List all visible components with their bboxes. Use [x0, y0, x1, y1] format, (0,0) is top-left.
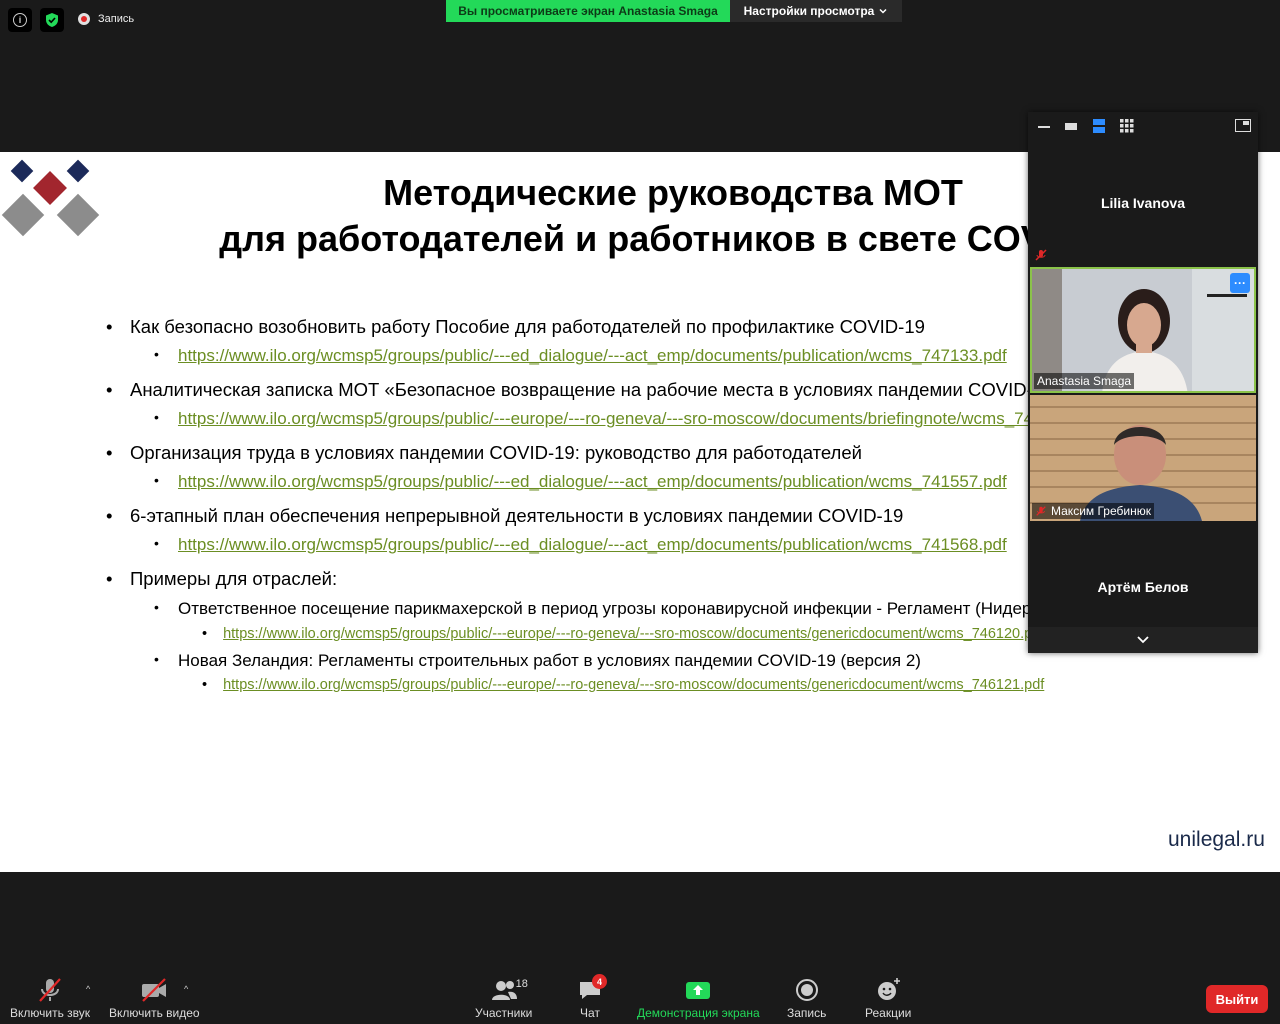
chat-button[interactable]: 4 Чат: [578, 974, 607, 1020]
muted-mic-icon: [1036, 506, 1046, 516]
strip-view-icon[interactable]: [1093, 119, 1105, 133]
participant-tile-anastasia[interactable]: ··· Anastasia Smaga: [1030, 267, 1256, 393]
slide-title-line1: Методические руководства МОТ: [383, 172, 963, 213]
record-label: Запись: [787, 1006, 827, 1020]
audio-options-caret-icon[interactable]: ^: [86, 984, 90, 994]
meeting-info-icon[interactable]: i: [8, 8, 32, 32]
share-screen-label: Демонстрация экрана: [637, 1006, 760, 1020]
start-video-button[interactable]: Включить видео: [109, 976, 200, 1020]
list-item: • Как безопасно возобновить работу Пособи…: [106, 316, 925, 337]
more-options-button[interactable]: ···: [1230, 273, 1250, 293]
example-link[interactable]: • https://www.ilo.org/wcmsp5/groups/publi…: [202, 677, 1044, 693]
participants-label: Участники: [475, 1006, 533, 1020]
participant-name: Артём Белов: [1097, 579, 1189, 595]
list-item: • Аналитическая записка МОТ «Безопасное в…: [106, 379, 1064, 400]
participants-icon: [491, 981, 517, 1000]
chat-label: Чат: [580, 1006, 600, 1020]
ilo-logo-icon: [1, 159, 100, 237]
slide-title-line2: для работодателей и работников в свете C…: [219, 218, 1081, 259]
chat-badge: 4: [592, 974, 607, 989]
example-item: • Новая Зеландия: Регламенты строительных…: [154, 651, 921, 670]
video-off-icon: [142, 978, 167, 1002]
slide-title: Методические руководства МОТ для работод…: [150, 170, 1150, 262]
record-dot-icon: [78, 13, 90, 25]
record-button[interactable]: Запись: [787, 976, 826, 1020]
participant-name: Lilia Ivanova: [1100, 195, 1186, 211]
share-screen-button[interactable]: Демонстрация экрана: [637, 976, 760, 1020]
start-video-label: Включить видео: [109, 1006, 200, 1020]
recording-label: Запись: [98, 13, 135, 25]
list-item: • Примеры для отраслей:: [106, 568, 338, 589]
security-shield-icon[interactable]: [40, 8, 64, 32]
list-item: • Организация труда в условиях пандемии C…: [106, 442, 862, 463]
top-bar: i Запись Вы просматриваете экран Anastas…: [0, 0, 1280, 40]
panel-layout-bar: [1028, 112, 1258, 140]
muted-mic-icon: [39, 978, 61, 1002]
record-icon: [795, 979, 818, 1001]
share-screen-icon: [686, 982, 711, 999]
viewing-screen-banner: Вы просматриваете экран Anastasia Smaga: [446, 0, 730, 22]
muted-mic-icon: [1035, 249, 1047, 261]
participants-video-panel: Lilia Ivanova ··· Anastasia Smaga Максим…: [1028, 112, 1258, 653]
participant-name-label: Максим Гребинюк: [1032, 503, 1154, 519]
chevron-down-icon: [879, 8, 887, 14]
view-options-label: Настройки просмотра: [743, 4, 875, 18]
participant-tile-lilia[interactable]: Lilia Ivanova: [1030, 140, 1256, 266]
leave-meeting-button[interactable]: Выйти: [1206, 985, 1268, 1013]
list-item: • 6-этапный план обеспечения непрерывной …: [106, 505, 904, 526]
fullscreen-exit-icon[interactable]: [1235, 119, 1251, 132]
list-item-link[interactable]: • https://www.ilo.org/wcmsp5/groups/publi…: [154, 346, 1007, 366]
reactions-emoji-icon: [878, 978, 901, 1000]
reactions-label: Реакции: [865, 1006, 912, 1020]
view-options-button[interactable]: Настройки просмотра: [730, 0, 902, 22]
video-options-caret-icon[interactable]: ^: [184, 984, 188, 994]
active-speaker-icon[interactable]: [1065, 123, 1077, 130]
unmute-button[interactable]: Включить звук: [10, 976, 90, 1020]
example-item: • Ответственное посещение парикмахерской …: [154, 599, 1088, 618]
list-item-link[interactable]: • https://www.ilo.org/wcmsp5/groups/publi…: [154, 535, 1007, 555]
participant-name: Максим Гребинюк: [1051, 504, 1151, 518]
list-item-link[interactable]: • https://www.ilo.org/wcmsp5/groups/publi…: [154, 472, 1007, 492]
participants-count: 18: [515, 978, 528, 990]
reactions-button[interactable]: Реакции: [865, 976, 911, 1020]
meeting-toolbar: Включить звук ^ Включить видео ^ 18 Учас…: [0, 968, 1280, 1024]
participant-tile-maxim[interactable]: Максим Гребинюк: [1030, 395, 1256, 521]
participants-button[interactable]: 18 Участники: [475, 976, 532, 1020]
example-link[interactable]: • https://www.ilo.org/wcmsp5/groups/publi…: [202, 626, 1044, 642]
list-item-link[interactable]: • https://www.ilo.org/wcmsp5/groups/publi…: [154, 409, 1099, 429]
watermark: unilegal.ru: [1168, 828, 1265, 851]
unmute-label: Включить звук: [10, 1006, 91, 1020]
recording-indicator[interactable]: Запись: [78, 13, 134, 25]
chevron-down-icon: [1137, 636, 1149, 644]
scroll-down-button[interactable]: [1028, 627, 1258, 653]
participant-name-label: Anastasia Smaga: [1034, 373, 1135, 389]
participant-name: Anastasia Smaga: [1037, 374, 1132, 388]
gallery-view-icon[interactable]: [1120, 119, 1134, 133]
minimize-icon[interactable]: [1038, 126, 1050, 128]
